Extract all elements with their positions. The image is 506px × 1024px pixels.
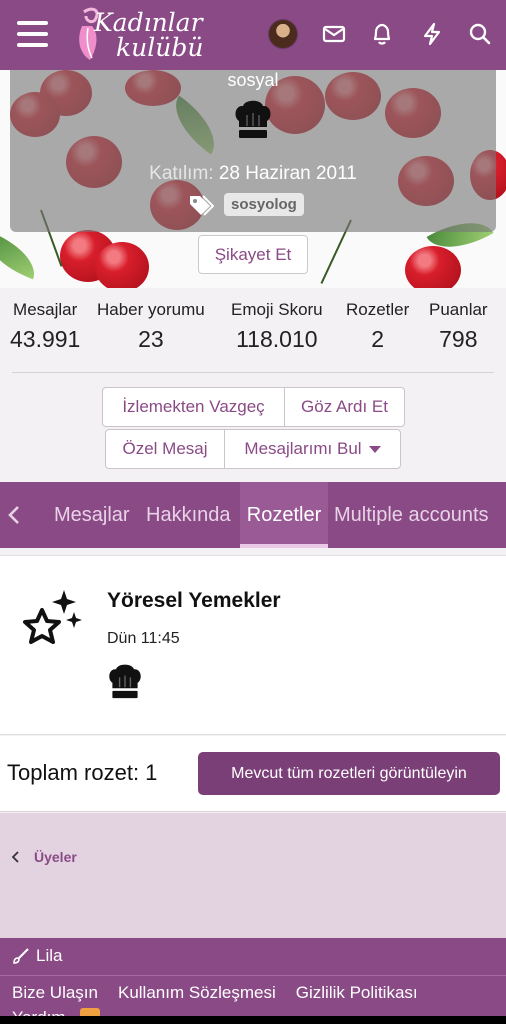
tab-about[interactable]: Hakkında <box>146 482 231 548</box>
private-message-button[interactable]: Özel Mesaj <box>105 429 225 469</box>
ignore-button[interactable]: Göz Ardı Et <box>284 387 405 427</box>
envelope-icon[interactable] <box>320 20 348 48</box>
total-badges: Toplam rozet: 1 <box>7 760 158 785</box>
breadcrumb-area: Üyeler <box>0 813 506 938</box>
stat-value: 43.991 <box>10 326 81 352</box>
chef-hat-icon <box>107 661 143 706</box>
stat-emoji-score[interactable]: Emoji Skoru 118.010 <box>231 300 323 353</box>
tab-multiple-accounts[interactable]: Multiple accounts <box>334 482 489 548</box>
divider <box>12 372 494 373</box>
stat-value: 798 <box>439 326 478 352</box>
footer-link-terms[interactable]: Kullanım Sözleşmesi <box>118 983 276 1003</box>
badge-time: Dün 11:45 <box>107 630 180 647</box>
logo-text-line2: kulübü <box>116 33 204 62</box>
style-chooser[interactable]: Lila <box>12 946 62 966</box>
top-header: Kadınlar kulübü <box>0 0 506 70</box>
stat-value: 23 <box>138 326 164 352</box>
search-icon[interactable] <box>466 20 494 48</box>
paint-brush-icon <box>13 948 29 964</box>
divider <box>0 975 506 976</box>
cover-cherry <box>405 246 461 288</box>
find-messages-label: Mesajlarımı Bul <box>244 439 362 458</box>
stat-value: 118.010 <box>236 326 318 352</box>
profile-title: sosyal <box>227 70 279 90</box>
breadcrumb-members: Üyeler <box>34 849 77 865</box>
chevron-left-icon <box>8 506 19 524</box>
stat-messages[interactable]: Mesajlar 43.991 <box>10 300 80 353</box>
avatar[interactable] <box>268 19 298 49</box>
profile-cover: sosyal Katılım: 28 Haziran 2011 sosyolog… <box>0 70 506 288</box>
joined-value: 28 Haziran 2011 <box>218 163 357 184</box>
view-all-badges-button[interactable]: Mevcut tüm rozetleri görüntüleyin <box>198 752 500 795</box>
stat-label: Mesajlar <box>13 300 78 319</box>
find-messages-button[interactable]: Mesajlarımı Bul <box>224 429 401 469</box>
caret-down-icon <box>368 445 381 453</box>
stat-label: Puanlar <box>429 300 488 319</box>
profile-tabs: Mesajlar Hakkında Rozetler Multiple acco… <box>0 482 506 548</box>
footer-link-privacy[interactable]: Gizlilik Politikası <box>296 983 418 1003</box>
stat-points[interactable]: Puanlar 798 <box>429 300 488 353</box>
tab-messages[interactable]: Mesajlar <box>54 482 130 548</box>
chef-hat-icon <box>233 97 273 146</box>
cover-cherry <box>95 242 149 288</box>
sparkle-star-icon <box>18 588 84 659</box>
style-name: Lila <box>36 946 63 965</box>
cover-leaf <box>0 230 44 280</box>
bell-icon[interactable] <box>368 20 396 48</box>
system-nav-bar <box>0 1016 506 1024</box>
footer-links: Bize Ulaşın Kullanım Sözleşmesi Gizlilik… <box>12 983 418 1003</box>
joined-date: Katılım: 28 Haziran 2011 <box>0 163 506 185</box>
profile-stats: Mesajlar 43.991 Haber yorumu 23 Emoji Sk… <box>0 300 506 370</box>
footer-link-contact[interactable]: Bize Ulaşın <box>12 983 98 1003</box>
tags-icon <box>190 194 214 216</box>
stat-label: Rozetler <box>346 300 410 319</box>
report-button[interactable]: Şikayet Et <box>198 235 308 274</box>
stat-label: Haber yorumu <box>97 300 205 319</box>
badge-summary: Toplam rozet: 1 Mevcut tüm rozetleri gör… <box>0 736 506 812</box>
stat-badges[interactable]: Rozetler 2 <box>346 300 409 353</box>
tag-row: sosyolog <box>188 193 304 216</box>
breadcrumb[interactable]: Üyeler <box>12 849 77 865</box>
stat-label: Emoji Skoru <box>231 300 323 319</box>
tab-badges[interactable]: Rozetler <box>240 482 328 548</box>
badge-title[interactable]: Yöresel Yemekler <box>107 589 281 613</box>
unwatch-button[interactable]: İzlemekten Vazgeç <box>102 387 285 427</box>
joined-label: Katılım: <box>149 163 214 184</box>
menu-icon[interactable] <box>17 21 48 47</box>
site-logo[interactable]: Kadınlar kulübü <box>72 6 212 62</box>
bolt-icon[interactable] <box>418 20 446 48</box>
chevron-left-icon <box>12 851 19 863</box>
stat-news-comments[interactable]: Haber yorumu 23 <box>97 300 205 353</box>
user-tag[interactable]: sosyolog <box>224 193 304 216</box>
stat-value: 2 <box>371 326 385 352</box>
badge-card: Yöresel Yemekler Dün 11:45 <box>0 555 506 735</box>
site-footer: Lila Bize Ulaşın Kullanım Sözleşmesi Giz… <box>0 938 506 1024</box>
tab-scroll-left[interactable] <box>6 482 36 548</box>
